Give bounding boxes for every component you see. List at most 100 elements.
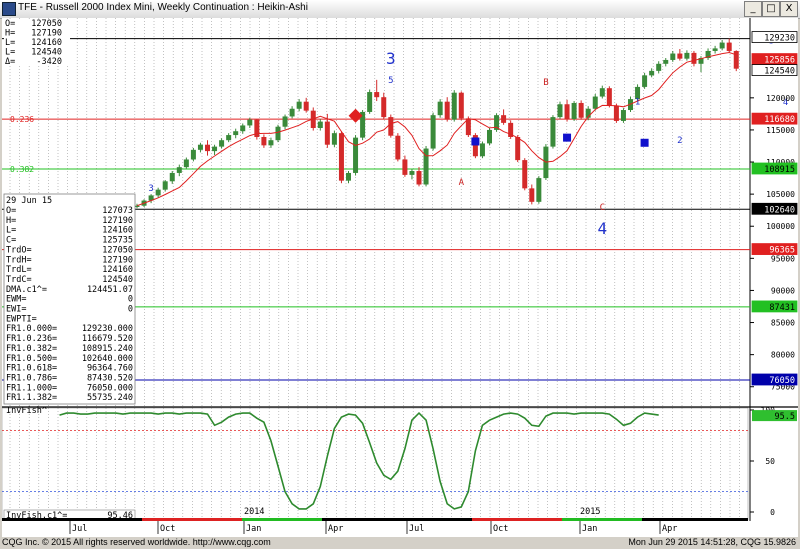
- season-bar-segment: [2, 518, 142, 521]
- data-window-value: 125735: [102, 236, 133, 246]
- candle-body: [346, 172, 351, 181]
- wave-label: 3: [386, 49, 396, 68]
- wave-label: 4: [597, 219, 607, 238]
- season-bar-segment: [322, 518, 402, 521]
- data-window-value: 124160: [102, 226, 133, 236]
- candle-body: [275, 126, 281, 141]
- data-window-label: EWPTI=: [6, 314, 37, 324]
- readout-label: L=: [5, 38, 15, 48]
- candle-body: [529, 188, 535, 202]
- price-tick-label: 115000: [766, 126, 795, 135]
- app-icon: [2, 2, 16, 16]
- wave-label: A: [459, 178, 465, 188]
- candle-body: [169, 172, 175, 182]
- data-window-label: FR1.1.000=: [6, 383, 57, 393]
- candle-body: [162, 181, 168, 190]
- candle-body: [212, 146, 218, 152]
- candle-body: [395, 135, 401, 160]
- candle-body: [599, 88, 605, 97]
- candle-body: [726, 42, 732, 51]
- data-window-label: L=: [6, 226, 16, 236]
- candle-body: [642, 75, 648, 87]
- square-marker: [640, 138, 649, 147]
- candle-body: [458, 92, 464, 119]
- wave-label: 3: [148, 184, 153, 194]
- candle-body: [303, 101, 309, 111]
- candle-body: [451, 92, 457, 120]
- title-bar[interactable]: TFE - Russell 2000 Index Mini, Weekly Co…: [0, 0, 800, 19]
- candle-body: [515, 136, 521, 161]
- candle-body: [219, 140, 225, 147]
- time-label: Jul: [409, 524, 424, 534]
- data-window-value: 127190: [102, 255, 133, 265]
- data-window-date: 29 Jun 15: [6, 196, 52, 206]
- candle-body: [353, 137, 359, 173]
- timestamp-text: Mon Jun 29 2015 14:51:28, CQG 15.9826: [628, 537, 796, 547]
- data-window-value: 116679.520: [82, 334, 133, 344]
- invfish-tick-label: 0: [770, 508, 775, 517]
- candle-body: [367, 92, 373, 112]
- window-title: TFE - Russell 2000 Index Mini, Weekly Co…: [18, 2, 308, 13]
- minimize-button[interactable]: _: [744, 1, 762, 17]
- data-window-value: 96364.760: [87, 364, 133, 374]
- readout-label: L=: [5, 48, 15, 58]
- readout-value: 127190: [31, 29, 62, 39]
- candle-body: [268, 140, 274, 146]
- square-marker: [471, 137, 480, 146]
- data-window-value: 124451.07: [87, 285, 133, 295]
- data-window-label: FR1.0.618=: [6, 364, 57, 374]
- candle-body: [240, 125, 246, 132]
- data-window-label: TrdL=: [6, 265, 32, 275]
- candle-body: [677, 53, 683, 59]
- season-bar-segment: [142, 518, 242, 521]
- data-window-label: EWI=: [6, 305, 26, 315]
- data-window-label: TrdC=: [6, 275, 32, 285]
- wave-label: 1: [635, 97, 640, 107]
- candle-body: [536, 178, 542, 202]
- candle-body: [388, 117, 394, 136]
- season-bar-segment: [402, 518, 472, 521]
- candle-body: [670, 53, 676, 60]
- chart-svg[interactable]: 0.2360.382 335BAC41234555 12000011500011…: [1, 18, 798, 537]
- price-tick-label: 120000: [766, 94, 795, 103]
- candle-body: [261, 136, 267, 146]
- data-window-label: DMA.c1^=: [6, 285, 47, 295]
- data-window-label: H=: [6, 216, 16, 226]
- price-label-high: 129230: [764, 34, 795, 44]
- time-label: Oct: [493, 524, 508, 534]
- data-window-value: 127050: [102, 245, 133, 255]
- price-tick-label: 80000: [771, 351, 795, 360]
- time-label: Jan: [582, 524, 597, 534]
- data-window-label: C=: [6, 236, 16, 246]
- candle-body: [289, 108, 295, 117]
- candle-body: [733, 50, 739, 69]
- readout-value: 124160: [31, 38, 62, 48]
- data-window-label: TrdO=: [6, 245, 32, 255]
- price-tick-label: 95000: [771, 254, 795, 263]
- chart-area[interactable]: 0.2360.382 335BAC41234555 12000011500011…: [1, 18, 798, 537]
- time-label: Apr: [662, 524, 677, 534]
- restore-button[interactable]: □: [762, 1, 780, 17]
- copyright-text: CQG Inc. © 2015 All rights reserved worl…: [2, 537, 271, 547]
- close-button[interactable]: X: [780, 1, 798, 17]
- readout-value: 124540: [31, 48, 62, 58]
- price-label-last: 124540: [764, 67, 795, 77]
- candle-body: [487, 129, 492, 144]
- invfish-last-label: 95.5: [775, 412, 795, 422]
- candle-body: [324, 121, 330, 145]
- candle-body: [233, 131, 239, 136]
- invfish-title: InvFish^: [6, 406, 47, 416]
- candle-body: [620, 110, 626, 121]
- candle-body: [719, 42, 725, 49]
- data-window-label: EWM=: [6, 295, 26, 305]
- time-label: Jul: [72, 524, 87, 534]
- price-label-fib_236: 116680: [764, 115, 795, 125]
- candle-body: [606, 88, 612, 106]
- data-window-label: O=: [6, 206, 16, 216]
- candle-body: [402, 159, 408, 175]
- candle-body: [437, 101, 443, 116]
- season-bar-segment: [642, 518, 748, 521]
- data-window-value: 87430.520: [87, 373, 133, 383]
- data-window-label: FR1.0.000=: [6, 324, 57, 334]
- data-window-value: 76050.000: [87, 383, 133, 393]
